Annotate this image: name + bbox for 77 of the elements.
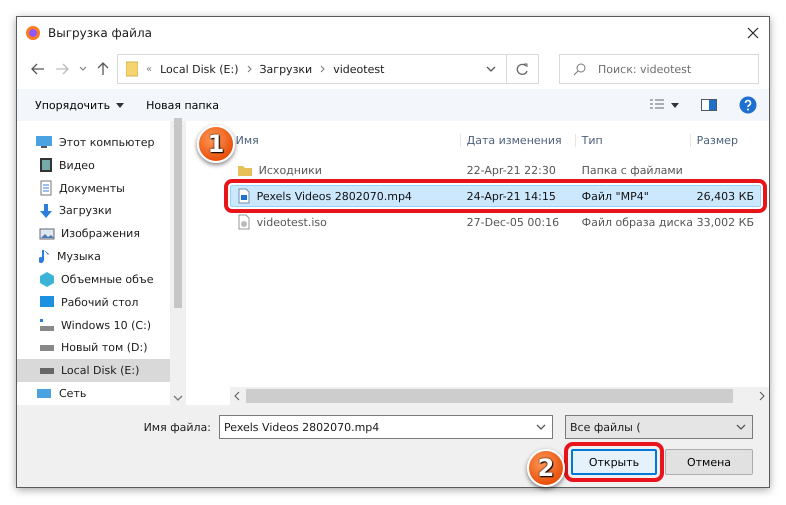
scroll-left-icon <box>234 391 240 401</box>
sidebar-item[interactable]: Загрузки <box>17 199 170 222</box>
list-view-icon <box>649 99 665 111</box>
horizontal-scrollbar[interactable] <box>230 387 769 405</box>
chevron-down-icon <box>736 424 746 430</box>
file-name: Исходники <box>258 164 322 176</box>
caret-icon <box>671 102 679 108</box>
sidebar-item[interactable]: Видео <box>17 154 170 177</box>
back-button[interactable] <box>29 61 47 77</box>
sidebar-item[interactable]: Новый том (D:) <box>17 336 170 360</box>
document-icon <box>39 180 53 196</box>
address-dropdown-icon <box>486 66 496 72</box>
help-button[interactable] <box>739 94 757 116</box>
sidebar-item[interactable]: Этот компьютер <box>17 131 170 154</box>
file-name-field[interactable]: Pexels Videos 2802070.mp4 <box>219 415 553 439</box>
preview-pane-button[interactable] <box>701 97 717 113</box>
table-cell: Файл образа диска <box>582 216 694 228</box>
file-name: Pexels Videos 2802070.mp4 <box>256 190 412 202</box>
disc-file-icon <box>236 214 251 230</box>
new-folder-button[interactable]: Новая папка <box>146 96 219 114</box>
file-row[interactable]: videotest.iso 27-Dec-05 00:16 Файл образа диска 33,002 КБ <box>230 211 761 233</box>
chevron-down-icon <box>536 424 546 430</box>
picture-icon <box>39 226 55 241</box>
table-cell: Файл "MP4" <box>582 190 649 202</box>
chevron-down-icon <box>79 66 87 72</box>
drive-icon <box>39 344 55 351</box>
browser-logo-icon <box>25 25 41 41</box>
file-type-dropdown[interactable]: Все файлы ( <box>565 415 753 439</box>
sidebar-item[interactable]: Local Disk (E:) <box>17 359 170 382</box>
scroll-right-icon <box>759 391 765 401</box>
breadcrumb[interactable]: videotest <box>333 62 384 76</box>
chevron-right-icon <box>320 65 326 73</box>
file-name: videotest.iso <box>256 216 327 228</box>
sidebar-item[interactable]: Изображения <box>17 222 170 246</box>
refresh-icon <box>516 62 529 76</box>
window-title: Выгрузка файла <box>48 26 153 40</box>
sidebar-item[interactable]: Документы <box>17 176 170 200</box>
drive-icon <box>39 368 55 374</box>
organize-button[interactable]: Упорядочить <box>35 96 124 114</box>
chevron-right-icon <box>246 65 252 73</box>
file-name-label: Имя файла: <box>144 420 211 434</box>
drive-icon <box>39 318 55 332</box>
caret-icon <box>116 102 124 108</box>
cancel-button[interactable]: Отмена <box>665 449 753 475</box>
search-field[interactable]: Поиск: videotest <box>559 54 759 84</box>
table-cell: 22-Apr-21 22:30 <box>466 164 556 176</box>
sidebar-item[interactable]: Сеть <box>17 382 170 405</box>
close-icon[interactable] <box>747 27 759 39</box>
music-note-icon <box>39 248 51 265</box>
search-icon <box>573 63 586 76</box>
computer-icon <box>35 135 53 150</box>
sidebar-item[interactable]: Музыка <box>17 245 170 268</box>
sidebar-scrollbar[interactable] <box>170 121 186 405</box>
column-header[interactable]: Имя <box>236 134 259 147</box>
folder-icon <box>236 164 253 176</box>
breadcrumb[interactable]: Local Disk (E:) <box>160 62 238 76</box>
table-cell: 27-Dec-05 00:16 <box>466 216 560 228</box>
sidebar-item[interactable]: Рабочий стол <box>17 290 170 314</box>
address-bar[interactable]: « Local Disk (E:) Загрузки videotest <box>117 54 539 84</box>
column-header[interactable]: Дата изменения <box>466 134 562 147</box>
column-header[interactable]: Тип <box>582 134 603 147</box>
table-cell: 24-Apr-21 14:15 <box>466 190 556 202</box>
column-header[interactable]: Размер <box>696 134 738 147</box>
download-icon <box>39 202 53 219</box>
table-cell: 26,403 КБ <box>696 190 754 202</box>
scroll-down-icon <box>172 395 183 401</box>
breadcrumb[interactable]: Загрузки <box>260 62 312 76</box>
sidebar-item[interactable]: Объемные объе <box>17 268 170 291</box>
folder-icon <box>126 61 138 77</box>
cube-icon <box>39 271 55 288</box>
overflow-marker: « <box>146 64 152 74</box>
sidebar-item[interactable]: Windows 10 (C:) <box>17 314 170 336</box>
table-cell: Папка с файлами <box>582 164 683 176</box>
step-badge: 2 <box>527 449 565 487</box>
video-file-icon <box>236 188 251 204</box>
table-cell: 33,002 КБ <box>696 216 754 228</box>
up-button[interactable] <box>95 60 111 78</box>
